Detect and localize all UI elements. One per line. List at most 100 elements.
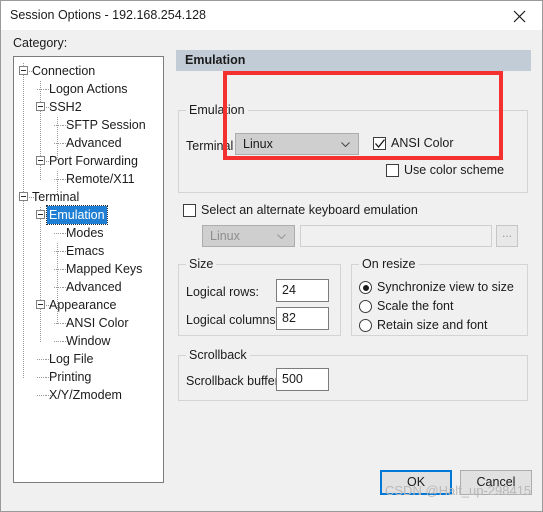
tree-item-ssh2[interactable]: SSH2: [14, 98, 84, 116]
tree-expander-icon[interactable]: [36, 210, 45, 219]
logical-rows-label: Logical rows:: [186, 285, 259, 299]
resize-radio-label: Synchronize view to size: [377, 280, 514, 294]
tree-item-logon-actions[interactable]: Logon Actions: [14, 80, 130, 98]
tree-expander-icon[interactable]: [19, 66, 28, 75]
scrollback-group: Scrollback Scrollback buffer: 500: [178, 348, 528, 401]
scrollback-group-title: Scrollback: [186, 348, 250, 362]
tree-guide-line: [54, 143, 63, 144]
tree-item-window[interactable]: Window: [14, 332, 112, 350]
radio-circle-icon: [359, 319, 372, 332]
emulation-group: Emulation Terminal Linux ANSI Color Use …: [178, 103, 528, 193]
use-color-scheme-label: Use color scheme: [404, 163, 505, 177]
resize-radio-label: Scale the font: [377, 299, 454, 313]
browse-button[interactable]: ...: [496, 225, 518, 247]
tree-guide-line: [54, 323, 63, 324]
tree-item-advanced[interactable]: Advanced: [14, 134, 124, 152]
dialog-body: Category: Connection Logon Actions SSH2 SFT…: [1, 30, 542, 511]
tree-item-ansi-color[interactable]: ANSI Color: [14, 314, 131, 332]
tree-guide-line: [54, 179, 63, 180]
tree-guide-line: [54, 251, 63, 252]
tree-guide-line: [37, 377, 46, 378]
logical-rows-input[interactable]: 24: [276, 279, 329, 302]
settings-pane: Emulation Emulation Terminal Linux ANSI …: [176, 50, 531, 487]
tree-item-label: Log File: [49, 352, 94, 366]
ansi-color-label: ANSI Color: [391, 136, 454, 150]
terminal-emulation-select[interactable]: Linux: [235, 133, 359, 155]
tree-item-label: Port Forwarding: [49, 154, 138, 168]
close-button[interactable]: [497, 1, 542, 30]
alternate-keyboard-select[interactable]: Linux: [202, 225, 295, 247]
tree-expander-icon[interactable]: [36, 156, 45, 165]
tree-item-label: Advanced: [66, 136, 122, 150]
tree-item-advanced[interactable]: Advanced: [14, 278, 124, 296]
tree-item-x-y-zmodem[interactable]: X/Y/Zmodem: [14, 386, 124, 404]
tree-item-label: Connection: [32, 64, 96, 78]
tree-guide-line: [37, 359, 46, 360]
tree-guide-line: [37, 395, 46, 396]
tree-item-label: SSH2: [49, 100, 82, 114]
terminal-emulation-value: Linux: [243, 137, 273, 151]
category-label: Category:: [13, 36, 68, 50]
alternate-keyboard-path-input[interactable]: [300, 225, 492, 247]
alternate-keyboard-checkbox-box: [183, 204, 196, 217]
on-resize-group-title: On resize: [359, 257, 419, 271]
emulation-group-title: Emulation: [186, 103, 248, 117]
tree-item-port-forwarding[interactable]: Port Forwarding: [14, 152, 140, 170]
tree-item-label: Emacs: [66, 244, 105, 258]
tree-item-mapped-keys[interactable]: Mapped Keys: [14, 260, 144, 278]
tree-item-label: SFTP Session: [66, 118, 146, 132]
ansi-color-checkbox-box: [373, 137, 386, 150]
tree-item-appearance[interactable]: Appearance: [14, 296, 118, 314]
radio-dot-icon: [362, 284, 369, 291]
tree-item-terminal[interactable]: Terminal: [14, 188, 81, 206]
logical-rows-value: 24: [282, 283, 296, 297]
tree-item-label: Mapped Keys: [66, 262, 143, 276]
pane-header: Emulation: [176, 50, 531, 71]
tree-item-label: Emulation: [46, 205, 108, 225]
tree-item-label: Advanced: [66, 280, 122, 294]
tree-item-label: ANSI Color: [66, 316, 129, 330]
check-icon: [375, 139, 385, 149]
category-tree[interactable]: Connection Logon Actions SSH2 SFTP Session A…: [13, 56, 164, 483]
tree-item-label: Appearance: [49, 298, 117, 312]
resize-radio-label: Retain size and font: [377, 318, 488, 332]
tree-item-connection[interactable]: Connection: [14, 62, 97, 80]
tree-item-emulation[interactable]: Emulation: [14, 205, 108, 225]
alternate-keyboard-value: Linux: [210, 229, 240, 243]
scrollback-buffer-label: Scrollback buffer:: [186, 374, 283, 388]
tree-guide-line: [54, 125, 63, 126]
tree-item-sftp-session[interactable]: SFTP Session: [14, 116, 148, 134]
chevron-down-icon: [277, 234, 286, 239]
tree-item-label: X/Y/Zmodem: [49, 388, 122, 402]
pane-header-title: Emulation: [185, 53, 246, 67]
on-resize-group: On resize Synchronize view to size Scale …: [351, 257, 528, 336]
use-color-scheme-checkbox-box: [386, 164, 399, 177]
tree-item-label: Logon Actions: [49, 82, 128, 96]
tree-item-emacs[interactable]: Emacs: [14, 242, 106, 260]
tree-expander-icon[interactable]: [36, 102, 45, 111]
scrollback-buffer-input[interactable]: 500: [276, 368, 329, 391]
tree-item-label: Printing: [49, 370, 92, 384]
tree-guide-line: [54, 269, 63, 270]
tree-item-modes[interactable]: Modes: [14, 224, 106, 242]
tree-item-label: Terminal: [32, 190, 80, 204]
window-title: Session Options - 192.168.254.128: [10, 8, 206, 22]
tree-guide-line: [54, 341, 63, 342]
tree-item-printing[interactable]: Printing: [14, 368, 93, 386]
tree-guide-line: [37, 89, 46, 90]
tree-expander-icon[interactable]: [36, 300, 45, 309]
tree-guide-line: [54, 233, 63, 234]
cancel-button[interactable]: Cancel: [460, 470, 532, 495]
tree-item-log-file[interactable]: Log File: [14, 350, 95, 368]
terminal-label: Terminal: [186, 139, 234, 153]
size-group: Size Logical rows: 24 Logical columns: 8…: [178, 257, 341, 336]
tree-expander-icon[interactable]: [19, 192, 28, 201]
close-icon: [513, 10, 526, 23]
tree-item-remote-x11[interactable]: Remote/X11: [14, 170, 137, 188]
chevron-down-icon: [341, 142, 350, 147]
tree-guide-line: [54, 287, 63, 288]
radio-circle-icon: [359, 300, 372, 313]
logical-columns-input[interactable]: 82: [276, 307, 329, 330]
ok-button[interactable]: OK: [380, 470, 452, 495]
tree-item-label: Remote/X11: [66, 172, 135, 186]
